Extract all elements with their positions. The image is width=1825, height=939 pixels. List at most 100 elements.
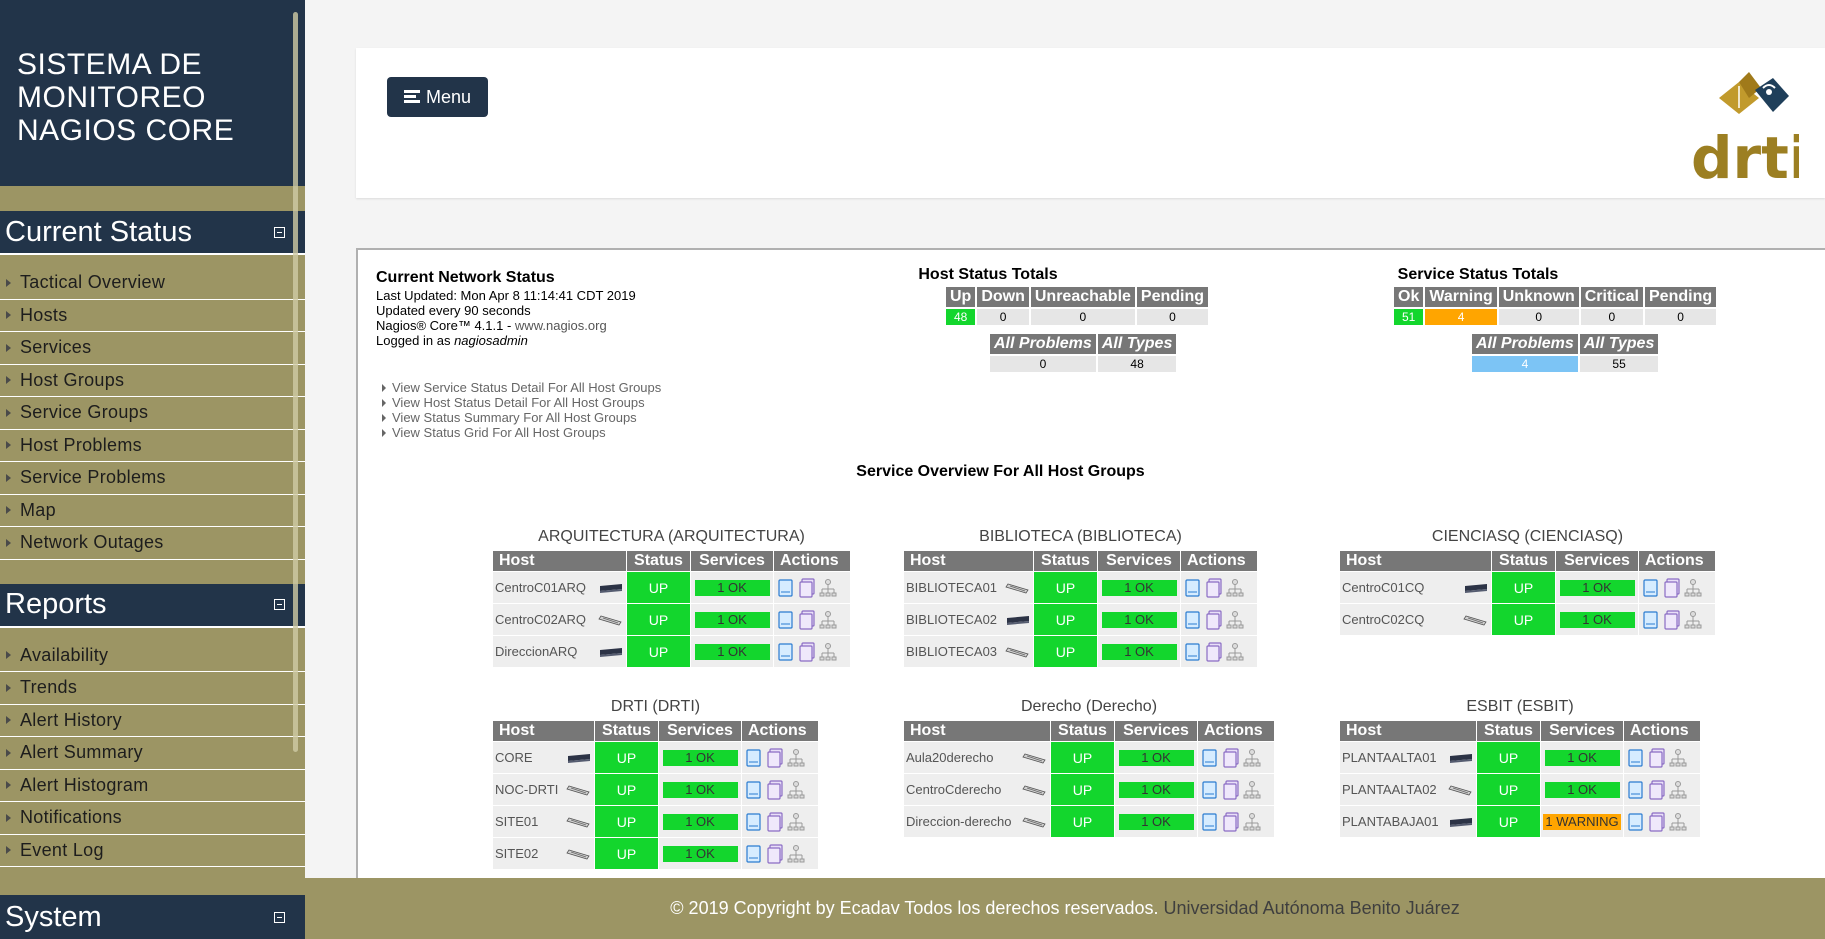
collapse-icon[interactable]: [274, 226, 285, 238]
service-detail-icon[interactable]: [1201, 780, 1219, 800]
host-status[interactable]: UP: [1051, 774, 1114, 805]
status-map-icon[interactable]: [766, 747, 784, 768]
host-name-link[interactable]: CentroC02CQ: [1342, 612, 1424, 627]
sidebar-item-host-problems[interactable]: Host Problems: [0, 430, 305, 462]
sidebar-item-alert-history[interactable]: Alert History: [0, 705, 305, 737]
service-detail-icon[interactable]: [777, 610, 795, 630]
network-map-icon[interactable]: [1243, 780, 1261, 800]
host-status[interactable]: UP: [595, 838, 658, 869]
status-map-icon[interactable]: [766, 811, 784, 832]
view-link[interactable]: View Status Summary For All Host Groups: [382, 410, 661, 425]
network-map-icon[interactable]: [1684, 610, 1702, 630]
service-detail-icon[interactable]: [1642, 610, 1660, 630]
totals-header[interactable]: Warning: [1425, 287, 1497, 307]
totals-header[interactable]: Unreachable: [1030, 287, 1135, 307]
host-status[interactable]: UP: [1034, 572, 1097, 603]
totals-value[interactable]: 0: [1580, 309, 1643, 325]
host-name-link[interactable]: CentroC01CQ: [1342, 580, 1424, 595]
network-map-icon[interactable]: [1226, 610, 1244, 630]
host-status[interactable]: UP: [1477, 742, 1540, 773]
sidebar-item-alert-histogram[interactable]: Alert Histogram: [0, 770, 305, 802]
host-status[interactable]: UP: [627, 636, 690, 667]
host-name-link[interactable]: CentroCderecho: [906, 782, 1001, 797]
host-group-title[interactable]: DRTI (DRTI): [492, 698, 819, 716]
service-ok-badge[interactable]: 1 OK: [1101, 643, 1177, 660]
service-ok-badge[interactable]: 1 OK: [1101, 611, 1177, 628]
host-status[interactable]: UP: [595, 806, 658, 837]
host-group-title[interactable]: ESBIT (ESBIT): [1339, 698, 1701, 716]
network-map-icon[interactable]: [1669, 812, 1687, 832]
service-ok-badge[interactable]: 1 OK: [1559, 579, 1635, 596]
service-ok-badge[interactable]: 1 OK: [694, 611, 770, 628]
service-ok-badge[interactable]: 1 OK: [662, 845, 738, 862]
host-group-title[interactable]: ARQUITECTURA (ARQUITECTURA): [492, 528, 851, 546]
service-detail-icon[interactable]: [1627, 780, 1645, 800]
host-group-title[interactable]: Derecho (Derecho): [903, 698, 1275, 716]
totals-header[interactable]: All Types: [1579, 334, 1659, 354]
network-map-icon[interactable]: [1226, 578, 1244, 598]
sidebar-scrollbar[interactable]: [293, 12, 298, 752]
status-map-icon[interactable]: [1648, 779, 1666, 800]
host-name-link[interactable]: DireccionARQ: [495, 644, 577, 659]
service-detail-icon[interactable]: [1184, 642, 1202, 662]
section-current-status[interactable]: Current Status: [0, 211, 305, 255]
network-map-icon[interactable]: [1669, 748, 1687, 768]
host-status[interactable]: UP: [627, 572, 690, 603]
host-status[interactable]: UP: [627, 604, 690, 635]
host-name-link[interactable]: Aula20derecho: [906, 750, 993, 765]
host-status[interactable]: UP: [1034, 636, 1097, 667]
network-map-icon[interactable]: [1684, 578, 1702, 598]
sidebar-item-tactical-overview[interactable]: Tactical Overview: [0, 267, 305, 300]
status-map-icon[interactable]: [1205, 641, 1223, 662]
status-map-icon[interactable]: [1648, 811, 1666, 832]
totals-header[interactable]: Critical: [1580, 287, 1643, 307]
host-name-link[interactable]: CentroC01ARQ: [495, 580, 586, 595]
service-ok-badge[interactable]: 1 OK: [1101, 579, 1177, 596]
host-status[interactable]: UP: [1051, 806, 1114, 837]
totals-value[interactable]: 55: [1579, 356, 1659, 372]
collapse-icon[interactable]: [274, 911, 285, 923]
status-map-icon[interactable]: [1222, 811, 1240, 832]
status-map-icon[interactable]: [1205, 609, 1223, 630]
host-status[interactable]: UP: [1034, 604, 1097, 635]
network-map-icon[interactable]: [787, 748, 805, 768]
totals-header[interactable]: Ok: [1394, 287, 1424, 307]
service-warning-badge[interactable]: 1 WARNING: [1543, 813, 1621, 830]
service-detail-icon[interactable]: [777, 578, 795, 598]
sidebar-item-service-problems[interactable]: Service Problems: [0, 462, 305, 495]
sidebar-item-trends[interactable]: Trends: [0, 672, 305, 705]
network-map-icon[interactable]: [787, 812, 805, 832]
service-detail-icon[interactable]: [1627, 812, 1645, 832]
host-name-link[interactable]: PLANTAALTA01: [1342, 750, 1437, 765]
status-map-icon[interactable]: [1648, 747, 1666, 768]
network-map-icon[interactable]: [787, 844, 805, 864]
service-ok-badge[interactable]: 1 OK: [1118, 813, 1194, 830]
host-name-link[interactable]: SITE02: [495, 846, 538, 861]
totals-header[interactable]: All Problems: [990, 334, 1096, 354]
network-map-icon[interactable]: [1226, 642, 1244, 662]
service-detail-icon[interactable]: [1627, 748, 1645, 768]
service-ok-badge[interactable]: 1 OK: [1544, 749, 1620, 766]
view-link[interactable]: View Host Status Detail For All Host Gro…: [382, 395, 661, 410]
university-link[interactable]: Universidad Autónoma Benito Juárez: [1164, 898, 1460, 919]
sidebar-item-service-groups[interactable]: Service Groups: [0, 397, 305, 430]
service-ok-badge[interactable]: 1 OK: [1544, 781, 1620, 798]
section-reports[interactable]: Reports: [0, 583, 305, 628]
service-ok-badge[interactable]: 1 OK: [662, 749, 738, 766]
collapse-icon[interactable]: [274, 599, 285, 610]
sidebar-item-availability[interactable]: Availability: [0, 640, 305, 672]
sidebar-item-alert-summary[interactable]: Alert Summary: [0, 737, 305, 770]
sidebar-item-hosts[interactable]: Hosts: [0, 300, 305, 332]
host-status[interactable]: UP: [1477, 806, 1540, 837]
status-map-icon[interactable]: [766, 779, 784, 800]
service-detail-icon[interactable]: [1184, 578, 1202, 598]
totals-value[interactable]: 0: [1645, 309, 1717, 325]
menu-button[interactable]: Menu: [387, 77, 488, 117]
totals-header[interactable]: All Problems: [1472, 334, 1578, 354]
host-name-link[interactable]: SITE01: [495, 814, 538, 829]
network-map-icon[interactable]: [1669, 780, 1687, 800]
host-name-link[interactable]: BIBLIOTECA01: [906, 580, 997, 595]
host-name-link[interactable]: PLANTAALTA02: [1342, 782, 1437, 797]
totals-header[interactable]: Up: [946, 287, 976, 307]
service-ok-badge[interactable]: 1 OK: [1118, 749, 1194, 766]
